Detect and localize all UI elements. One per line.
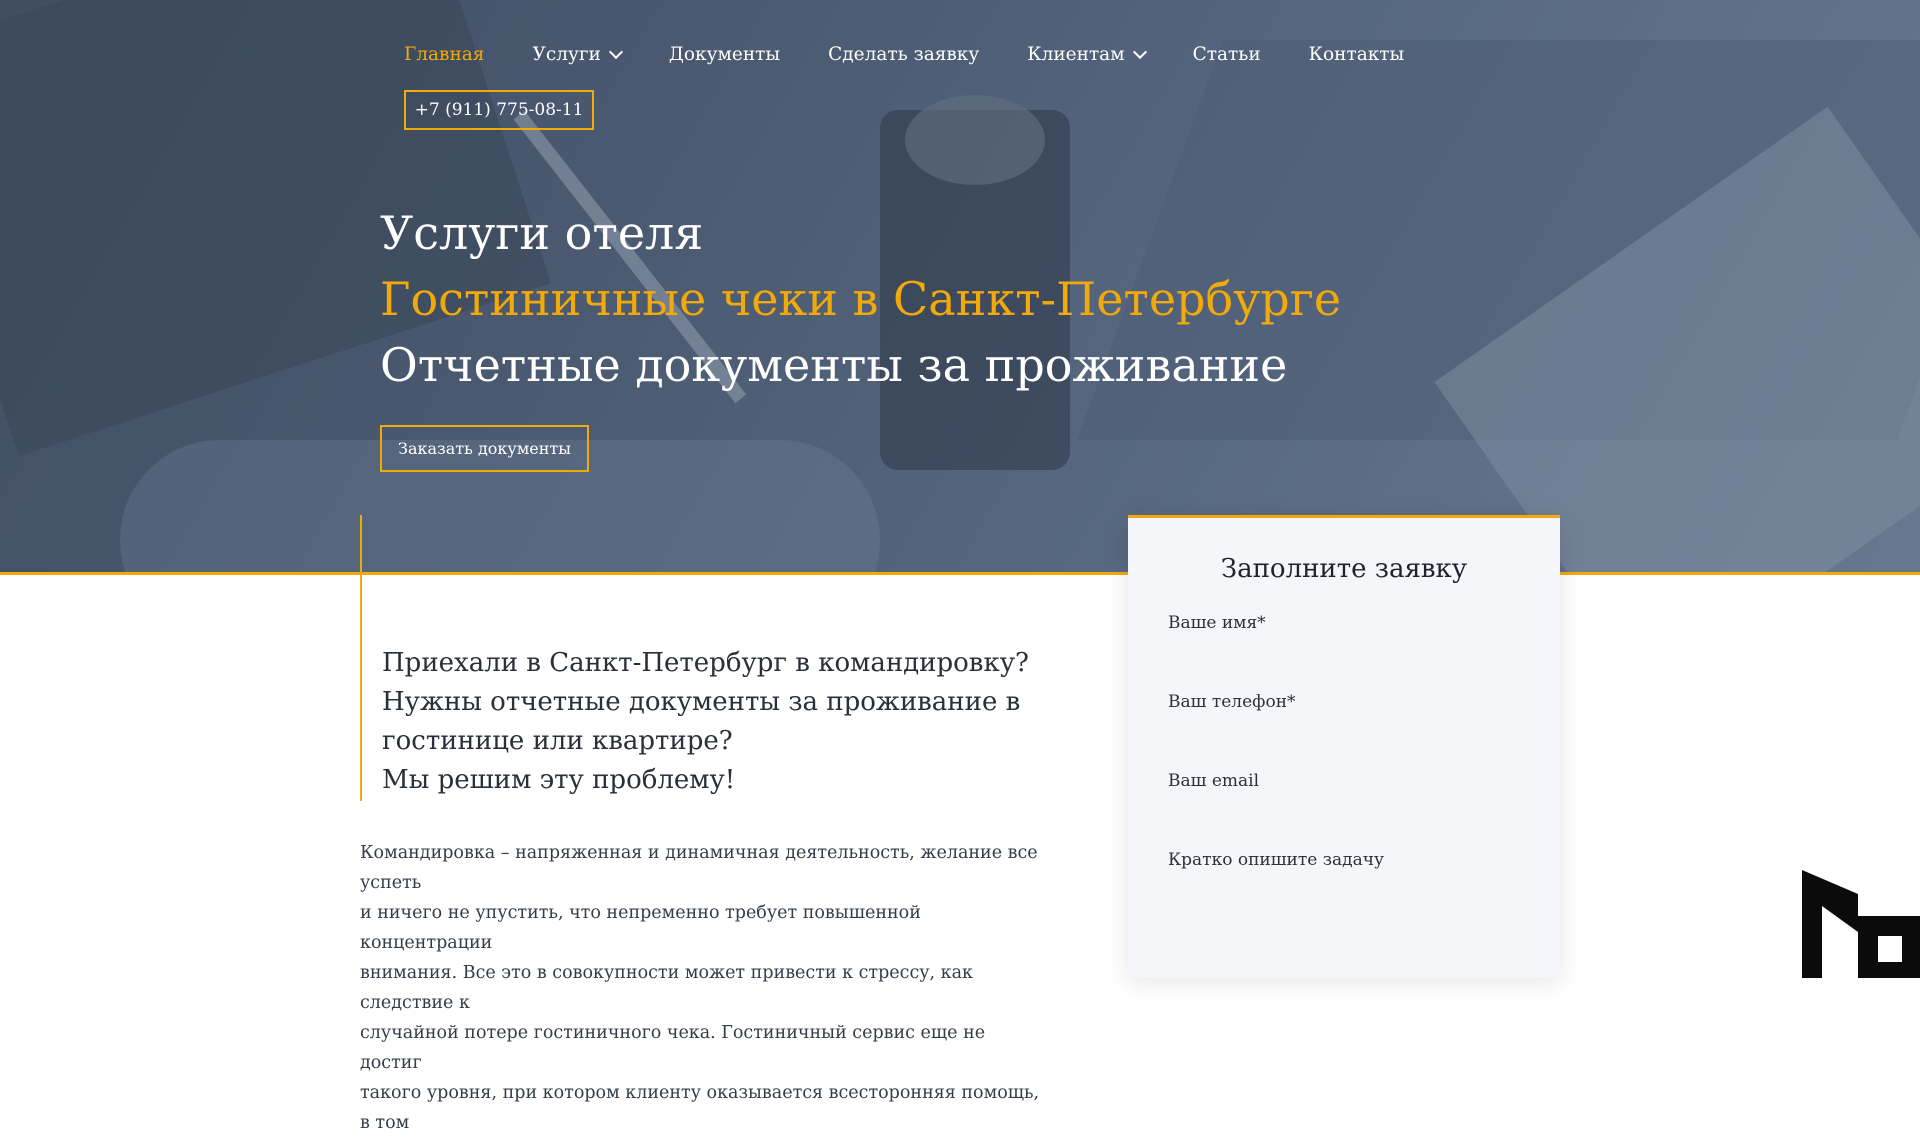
chevron-down-icon — [1132, 44, 1147, 60]
body-line: случайной потере гостиничного чека. Гост… — [360, 1023, 986, 1073]
request-form: Заполните заявку Ваше имя* Ваш телефон* … — [1128, 515, 1560, 978]
body-line: Командировка – напряженная и динамичная … — [360, 843, 1038, 893]
lead-accent-line — [360, 515, 362, 801]
body-paragraph: Командировка – напряженная и динамичная … — [360, 838, 1050, 1138]
nav-label: Контакты — [1308, 44, 1405, 65]
nav-label: Документы — [668, 44, 781, 65]
hero-title: Услуги отеля Гостиничные чеки в Санкт-Пе… — [380, 200, 1341, 398]
email-label: Ваш email — [1168, 771, 1260, 791]
name-field[interactable]: Ваше имя* — [1168, 613, 1520, 673]
brand-logo-icon[interactable] — [1798, 862, 1920, 978]
lead-line: гостинице или квартире? — [382, 726, 733, 756]
task-label: Кратко опишите задачу — [1168, 850, 1384, 870]
nav-label: Статьи — [1192, 44, 1261, 65]
hero-title-line1: Услуги отеля — [380, 206, 704, 260]
body-line: внимания. Все это в совокупности может п… — [360, 963, 973, 1013]
email-field[interactable]: Ваш email — [1168, 771, 1520, 831]
nav-label: Сделать заявку — [828, 44, 980, 65]
chevron-down-icon — [608, 44, 623, 60]
nav-label: Клиентам — [1027, 44, 1125, 65]
lead-line: Мы решим эту проблему! — [382, 765, 736, 795]
lead-line: Нужны отчетные документы за проживание в — [382, 687, 1021, 717]
nav-item-documents[interactable]: Документы — [669, 44, 780, 65]
order-documents-button[interactable]: Заказать документы — [380, 425, 589, 472]
nav-item-services[interactable]: Услуги — [532, 44, 623, 65]
nav-item-articles[interactable]: Статьи — [1193, 44, 1261, 65]
nav-item-contacts[interactable]: Контакты — [1309, 44, 1405, 65]
nav-label: Услуги — [532, 44, 601, 65]
phone-button[interactable]: +7 (911) 775-08-11 — [404, 90, 594, 130]
nav-label: Главная — [404, 44, 485, 65]
body-line: такого уровня, при котором клиенту оказы… — [360, 1083, 1040, 1133]
form-title: Заполните заявку — [1220, 554, 1468, 584]
phone-field[interactable]: Ваш телефон* — [1168, 692, 1520, 752]
hero-title-line2: Гостиничные чеки в Санкт-Петербурге — [380, 272, 1342, 326]
nav-item-clients[interactable]: Клиентам — [1027, 44, 1147, 65]
task-field[interactable]: Кратко опишите задачу — [1168, 850, 1520, 910]
phone-label: Ваш телефон* — [1168, 692, 1296, 712]
lead-text: Приехали в Санкт-Петербург в командировк… — [382, 644, 1042, 800]
name-label: Ваше имя* — [1168, 613, 1266, 633]
body-line: и ничего не упустить, что непременно тре… — [360, 903, 921, 953]
lead-line: Приехали в Санкт-Петербург в командировк… — [382, 648, 1029, 678]
nav-item-home[interactable]: Главная — [404, 44, 484, 65]
nav-item-make-request[interactable]: Сделать заявку — [828, 44, 979, 65]
hero-title-line3: Отчетные документы за проживание — [380, 338, 1288, 392]
main-nav: Главная Услуги Документы Сделать заявку … — [404, 44, 1452, 65]
